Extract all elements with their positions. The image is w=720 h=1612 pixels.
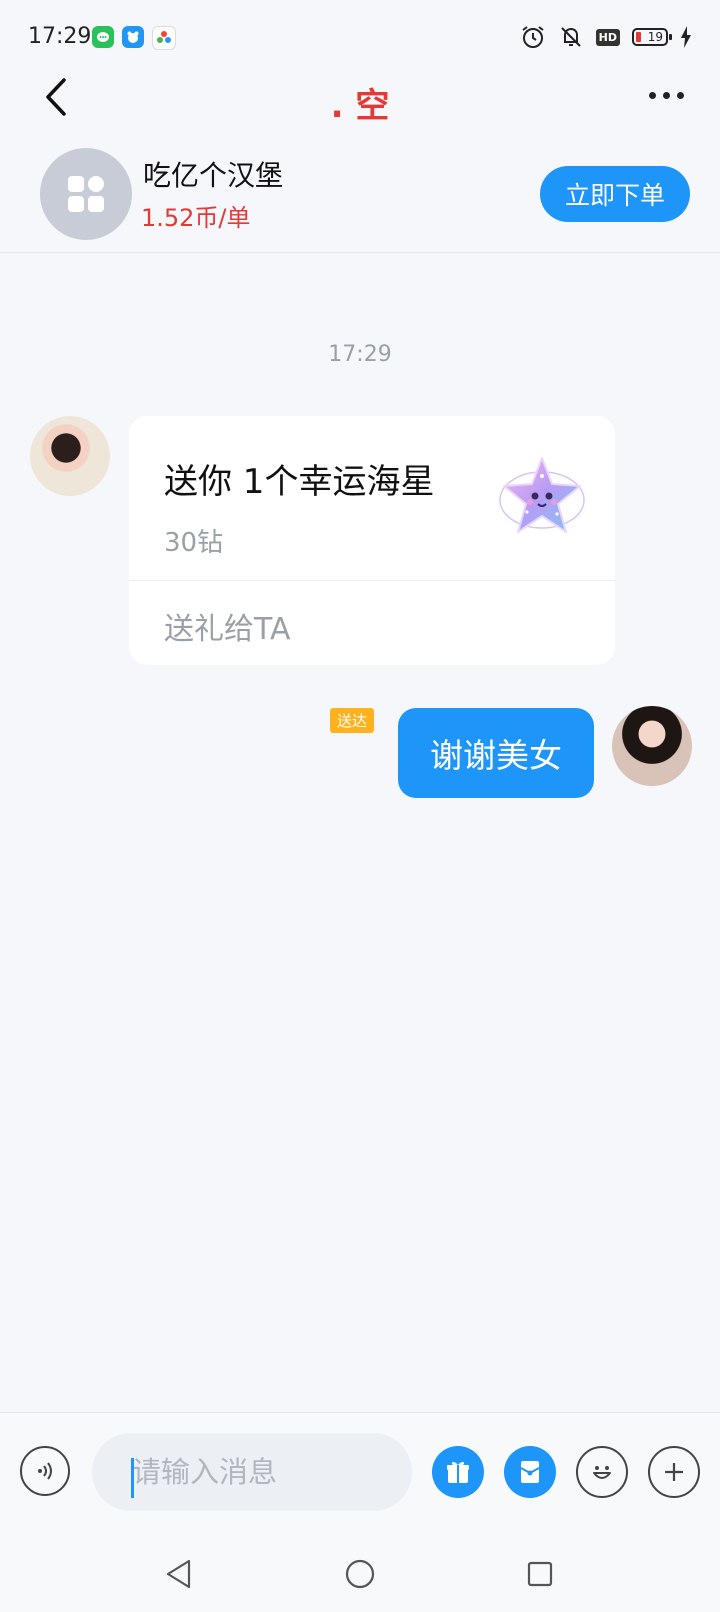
gift-message-card: 送你 1个幸运海星 30钻 送礼给TA [129,416,615,665]
status-bar: 17:29 HD 19 [0,0,720,70]
circle-home-icon [345,1559,375,1589]
chat-app-icon [92,26,114,48]
more-actions-button[interactable] [648,1446,700,1498]
smiley-icon [593,1466,611,1479]
service-name: 吃亿个汉堡 [143,159,284,192]
service-price: 1.52币/单 [141,204,251,232]
triangle-back-icon [166,1559,191,1589]
gift-price: 30钻 [164,528,224,558]
order-now-button[interactable]: 立即下单 [540,166,690,222]
more-options-button[interactable] [642,80,690,110]
self-avatar[interactable] [612,706,692,786]
divider [129,580,615,581]
notification-icons [92,26,176,50]
nav-recents-button[interactable] [522,1556,558,1592]
red-packet-button[interactable] [504,1446,556,1498]
message-input[interactable] [92,1433,412,1511]
charging-icon [681,26,691,48]
mute-bell-icon [560,27,581,47]
system-nav-bar [0,1538,720,1612]
plus-icon [665,1463,683,1481]
emoji-button[interactable] [576,1446,628,1498]
nav-home-button[interactable] [342,1556,378,1592]
battery-icon: 19 [632,28,672,46]
gift-button[interactable] [432,1446,484,1498]
text-cursor [131,1458,134,1498]
delivered-badge: 送达 [330,708,375,733]
voice-input-button[interactable] [20,1446,70,1496]
colorful-app-icon [152,26,176,50]
nav-back-button[interactable] [161,1556,197,1592]
square-recents-icon [527,1561,553,1587]
gift-title: 送你 1个幸运海星 [164,462,435,502]
chat-header: . 空 [0,70,720,140]
system-status: HD 19 [520,24,692,50]
message-input-bar [0,1412,720,1539]
message-timestamp: 17:29 [328,342,392,367]
service-order-bar: 吃亿个汉堡 1.52币/单 立即下单 [0,140,720,253]
bear-app-icon [122,26,144,48]
service-icon [40,148,132,240]
partner-avatar[interactable] [30,416,110,496]
voice-icon [38,1462,52,1480]
page-title: . 空 [330,86,390,126]
envelope-icon [520,1461,540,1483]
sent-message-bubble[interactable]: 谢谢美女 [398,708,594,798]
gift-icon [447,1461,469,1483]
starfish-gift-icon [499,457,585,533]
hd-icon: HD [595,28,620,46]
alarm-icon [522,26,544,48]
send-gift-link[interactable]: 送礼给TA [164,604,291,648]
clock: 17:29 [28,24,92,49]
